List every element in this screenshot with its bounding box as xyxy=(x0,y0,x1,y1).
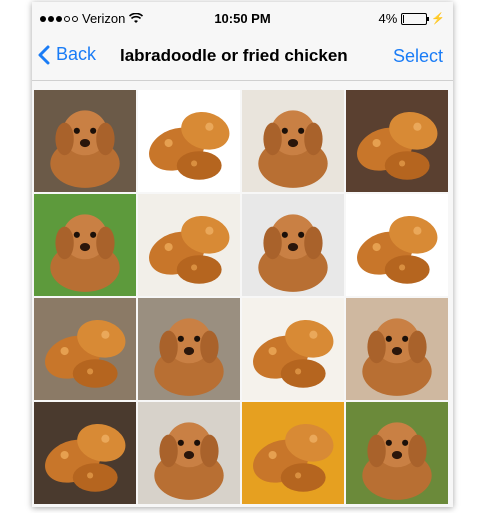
photo-fried-chicken[interactable] xyxy=(138,90,240,192)
photo-fried-chicken[interactable] xyxy=(346,194,448,296)
battery-icon xyxy=(401,12,430,25)
battery-group: 4% ⚡ xyxy=(379,11,446,26)
battery-percent: 4% xyxy=(378,11,398,26)
photo-fried-chicken[interactable] xyxy=(34,298,136,400)
phone-screen: Verizon 10:50 PM 4% ⚡ Back labradoodle o… xyxy=(32,2,453,507)
back-label: Back xyxy=(56,44,97,64)
chevron-left-icon xyxy=(38,45,50,64)
photo-grid xyxy=(32,90,453,504)
photo-labradoodle[interactable] xyxy=(242,194,344,296)
back-button[interactable]: Back xyxy=(38,44,96,65)
photo-fried-chicken[interactable] xyxy=(242,402,344,504)
photo-labradoodle[interactable] xyxy=(34,90,136,192)
navigation-bar: Back labradoodle or fried chicken Select xyxy=(32,32,453,81)
page-title: labradoodle or fried chicken xyxy=(120,46,348,65)
status-bar: Verizon 10:50 PM 4% ⚡ xyxy=(32,2,453,32)
charging-bolt-icon: ⚡ xyxy=(431,13,445,25)
select-button[interactable]: Select xyxy=(393,46,443,67)
photo-fried-chicken[interactable] xyxy=(34,402,136,504)
photo-labradoodle[interactable] xyxy=(138,402,240,504)
photo-fried-chicken[interactable] xyxy=(346,90,448,192)
photo-labradoodle[interactable] xyxy=(242,90,344,192)
photo-labradoodle[interactable] xyxy=(346,402,448,504)
photo-fried-chicken[interactable] xyxy=(242,298,344,400)
photo-labradoodle[interactable] xyxy=(34,194,136,296)
photo-labradoodle[interactable] xyxy=(138,298,240,400)
photo-fried-chicken[interactable] xyxy=(138,194,240,296)
photo-labradoodle[interactable] xyxy=(346,298,448,400)
